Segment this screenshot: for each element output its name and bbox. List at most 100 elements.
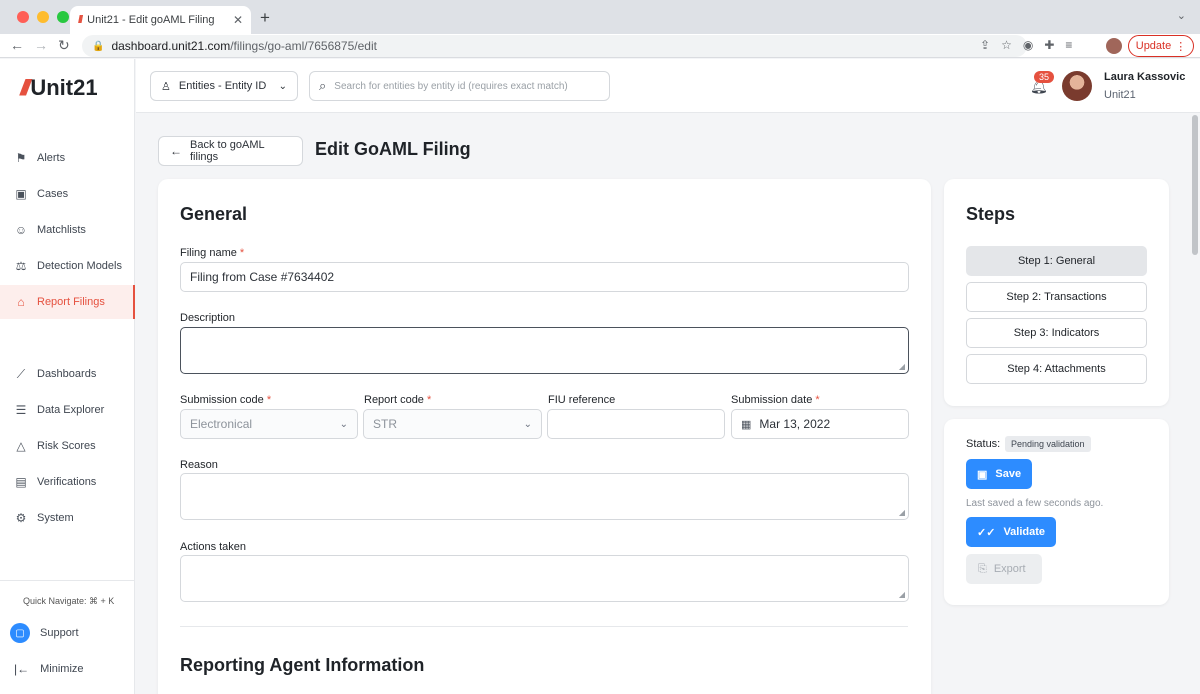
sidebar-item-system[interactable]: ⚙ System — [0, 501, 135, 535]
scale-icon: ⚖ — [15, 259, 27, 273]
back-to-filings-button[interactable]: ← Back to goAML filings — [158, 136, 303, 166]
sidebar-item-risk-scores[interactable]: △ Risk Scores — [0, 429, 135, 463]
submission-code-label-text: Submission code — [180, 394, 264, 406]
favicon-icon: /// — [78, 14, 83, 26]
update-label: Update — [1135, 40, 1172, 52]
puzzle-icon[interactable]: ✚ — [1044, 38, 1054, 52]
playlist-icon[interactable]: ≡ — [1065, 38, 1072, 52]
reason-textarea[interactable]: ◢ — [180, 473, 909, 520]
browser-actions: ⇪ ☆ ◉ ✚ ≡ — [980, 38, 1072, 52]
section-divider — [180, 626, 908, 627]
entity-search: ⌕ — [309, 71, 610, 101]
reload-icon[interactable]: ↻ — [58, 37, 70, 54]
report-code-value: STR — [373, 417, 397, 431]
step-attachments-button[interactable]: Step 4: Attachments — [966, 354, 1147, 384]
sidebar-item-matchlists[interactable]: ☺ Matchlists — [0, 213, 135, 247]
scrollbar-thumb[interactable] — [1192, 115, 1198, 255]
user-x-icon: ☺ — [14, 223, 28, 237]
profile-avatar[interactable] — [1106, 38, 1122, 54]
user-icon: ♙ — [161, 80, 171, 93]
sidebar-item-cases[interactable]: ▣ Cases — [0, 177, 135, 211]
sidebar-item-report-filings[interactable]: ⌂ Report Filings — [0, 285, 135, 319]
star-icon[interactable]: ☆ — [1001, 38, 1012, 52]
last-saved-text: Last saved a few seconds ago. — [966, 498, 1104, 509]
entity-type-select[interactable]: ♙ Entities - Entity ID ⌄ — [150, 71, 298, 101]
fiu-reference-input[interactable] — [547, 409, 725, 439]
sidebar-item-verifications[interactable]: ▤ Verifications — [0, 465, 135, 499]
user-name: Laura Kassovic — [1104, 71, 1186, 83]
url-host: dashboard.unit21.com — [111, 39, 231, 53]
submission-date-picker[interactable]: ▦ Mar 13, 2022 — [731, 409, 909, 439]
filing-name-label: Filing name * — [180, 247, 244, 259]
general-section-title: General — [180, 204, 248, 224]
maximize-window-button[interactable] — [57, 11, 69, 23]
close-tab-icon[interactable]: ✕ — [233, 13, 243, 27]
forward-arrow-icon[interactable]: → — [34, 37, 48, 53]
file-export-icon: ⎘ — [978, 562, 987, 575]
resize-handle-icon[interactable]: ◢ — [899, 590, 905, 599]
validate-label: Validate — [1003, 526, 1046, 538]
description-textarea[interactable]: ◢ — [180, 327, 909, 374]
lock-icon: 🔒 — [92, 40, 105, 52]
sidebar-item-data-explorer[interactable]: ☰ Data Explorer — [0, 393, 135, 427]
browser-tab[interactable]: /// Unit21 - Edit goAML Filing ✕ — [70, 6, 251, 34]
chevron-down-icon[interactable]: ⌄ — [1177, 9, 1186, 22]
save-button[interactable]: ▣ Save — [966, 459, 1033, 489]
page-scrollbar[interactable] — [1190, 113, 1200, 694]
filing-name-label-text: Filing name — [180, 247, 237, 259]
sidebar-item-detection-models[interactable]: ⚖ Detection Models — [0, 249, 135, 283]
sidebar-item-label: System — [37, 512, 74, 524]
filing-name-input[interactable]: Filing from Case #7634402 — [180, 262, 909, 292]
required-marker: * — [427, 394, 432, 406]
steps-title: Steps — [966, 204, 1016, 224]
submission-code-label: Submission code * — [180, 394, 271, 406]
sidebar-divider — [0, 580, 135, 581]
step-general-button[interactable]: Step 1: General — [966, 246, 1147, 276]
fiu-reference-label: FIU reference — [548, 394, 616, 406]
address-bar: ← → ↻ 🔒 dashboard.unit21.com/filings/go-… — [0, 34, 1200, 58]
flag-icon: ⚑ — [15, 151, 27, 165]
sidebar-item-dashboards[interactable]: ⟋ Dashboards — [0, 357, 135, 391]
notification-count-badge: 35 — [1034, 71, 1055, 83]
back-arrow-icon[interactable]: ← — [10, 37, 24, 53]
submission-date-label: Submission date * — [731, 394, 820, 406]
url-field[interactable]: 🔒 dashboard.unit21.com/filings/go-aml/76… — [82, 35, 1027, 57]
report-code-select[interactable]: STR ⌄ — [363, 409, 542, 439]
required-marker: * — [239, 247, 245, 259]
window-controls — [17, 11, 69, 23]
sidebar-item-label: Verifications — [37, 476, 97, 488]
minimize-window-button[interactable] — [37, 11, 49, 23]
support-label: Support — [40, 627, 79, 639]
arrow-left-icon: ← — [170, 144, 182, 158]
support-button[interactable]: ▢ Support — [10, 623, 79, 643]
export-button[interactable]: ⎘ Export — [966, 554, 1042, 584]
validate-button[interactable]: ✓✓ Validate — [966, 517, 1057, 547]
new-tab-button[interactable]: + — [260, 8, 270, 28]
resize-handle-icon[interactable]: ◢ — [899, 508, 905, 517]
search-icon: ⌕ — [319, 78, 327, 93]
submission-code-select[interactable]: Electronical ⌄ — [180, 409, 358, 439]
submission-date-value: Mar 13, 2022 — [759, 417, 831, 431]
status-badge: Pending validation — [1005, 436, 1091, 452]
resize-handle-icon[interactable]: ◢ — [899, 362, 905, 371]
close-window-button[interactable] — [17, 11, 29, 23]
sidebar-item-label: Risk Scores — [37, 440, 96, 452]
step-transactions-button[interactable]: Step 2: Transactions — [966, 282, 1147, 312]
share-icon[interactable]: ⇪ — [980, 38, 990, 52]
actions-taken-textarea[interactable]: ◢ — [180, 555, 909, 602]
general-form-card: General Filing name * Filing from Case #… — [158, 179, 931, 694]
unit21-logo[interactable]: /// Unit21 — [20, 75, 98, 101]
step-indicators-button[interactable]: Step 3: Indicators — [966, 318, 1147, 348]
steps-card: Steps Step 1: General Step 2: Transactio… — [944, 179, 1169, 406]
sidebar-item-alerts[interactable]: ⚑ Alerts — [0, 141, 135, 175]
browser-tab-bar: /// Unit21 - Edit goAML Filing ✕ + ⌄ — [0, 0, 1200, 34]
sidebar-item-label: Alerts — [37, 152, 66, 164]
user-avatar[interactable] — [1062, 71, 1092, 101]
search-input[interactable] — [334, 80, 595, 92]
url-path: /filings/go-aml/7656875/edit — [230, 39, 377, 53]
minimize-sidebar-button[interactable]: |← Minimize — [14, 662, 84, 676]
sidebar-item-label: Detection Models — [37, 260, 122, 272]
extension-c-icon[interactable]: ◉ — [1023, 38, 1033, 52]
update-button[interactable]: Update ⋮ — [1128, 35, 1194, 57]
filing-name-value: Filing from Case #7634402 — [190, 270, 335, 284]
